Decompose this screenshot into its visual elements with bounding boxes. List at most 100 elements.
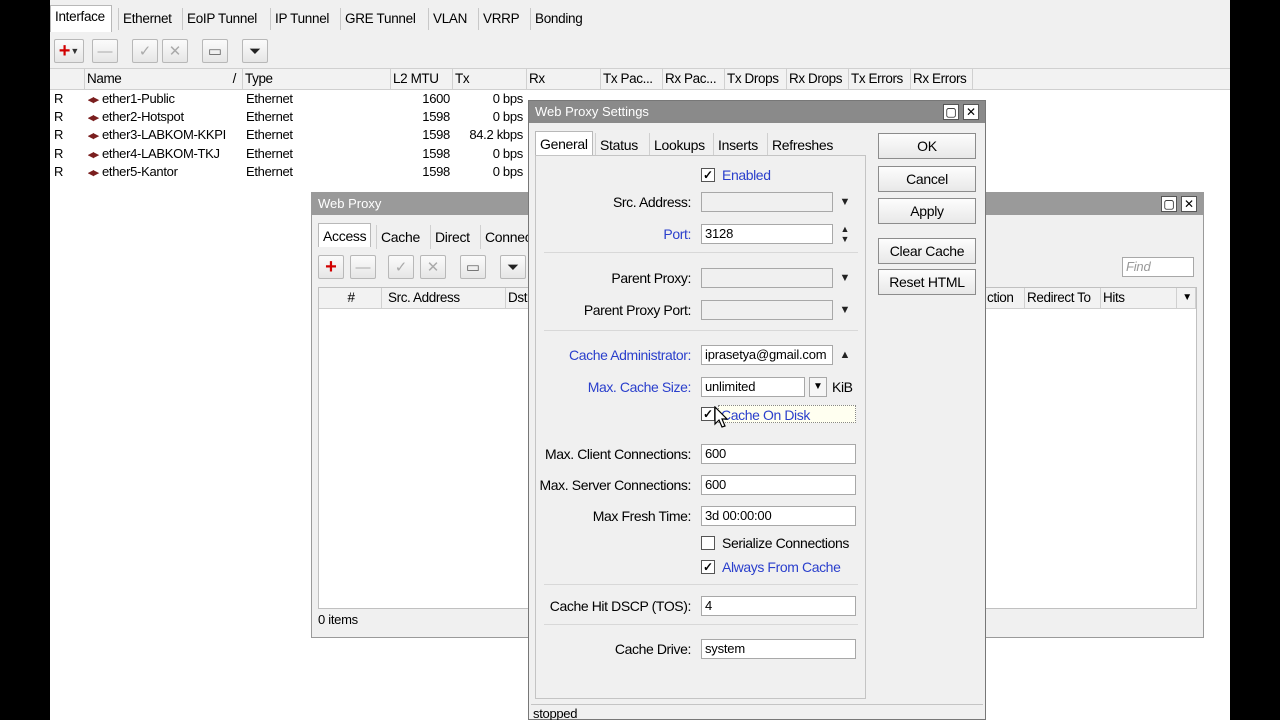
cache-drive-input[interactable]: system bbox=[701, 639, 856, 659]
column-flag[interactable] bbox=[50, 69, 85, 89]
tab-eoip-tunnel[interactable]: EoIP Tunnel bbox=[182, 8, 261, 30]
column-l2-mtu[interactable]: L2 MTU bbox=[391, 69, 453, 89]
tab-cache[interactable]: Cache bbox=[376, 225, 424, 249]
always-from-cache-checkbox[interactable]: ✓ bbox=[701, 560, 715, 574]
dropdown-arrow-icon[interactable]: ▼ bbox=[838, 268, 852, 288]
max-client-connections-input[interactable]: 600 bbox=[701, 444, 856, 464]
comment-icon: ▭ bbox=[207, 43, 223, 60]
maximize-icon[interactable]: ▢ bbox=[943, 104, 959, 120]
filter-rule-button[interactable]: ⏷ bbox=[500, 255, 526, 279]
tab-ethernet[interactable]: Ethernet bbox=[118, 8, 176, 30]
tab-status[interactable]: Status bbox=[595, 133, 642, 157]
disable-button[interactable]: ✕ bbox=[162, 39, 188, 63]
row-name-label: ether4-LABKOM-TKJ bbox=[102, 146, 220, 161]
comment-button[interactable]: ▭ bbox=[202, 39, 228, 63]
row-mtu: 1600 bbox=[422, 91, 450, 106]
row-tx: 0 bps bbox=[492, 164, 523, 179]
dropdown-arrow-icon[interactable]: ▼ bbox=[838, 300, 852, 320]
plus-icon: + bbox=[58, 40, 71, 62]
column-tx-errors[interactable]: Tx Errors bbox=[849, 69, 911, 89]
src-address-input[interactable] bbox=[701, 192, 833, 212]
column-type[interactable]: Type bbox=[243, 69, 391, 89]
tab-inserts[interactable]: Inserts bbox=[713, 133, 762, 157]
column-src-address[interactable]: Src. Address bbox=[382, 288, 506, 308]
tab-bonding[interactable]: Bonding bbox=[530, 8, 586, 30]
row-mtu: 1598 bbox=[422, 164, 450, 179]
max-server-connections-input[interactable]: 600 bbox=[701, 475, 856, 495]
max-fresh-time-input[interactable]: 3d 00:00:00 bbox=[701, 506, 856, 526]
column-tx[interactable]: Tx bbox=[453, 69, 527, 89]
row-name: ◂▸ ether1-Public bbox=[88, 90, 243, 108]
parent-proxy-port-input[interactable] bbox=[701, 300, 833, 320]
reset-html-button[interactable]: Reset HTML bbox=[878, 269, 976, 295]
column-dropdown-icon[interactable]: ▼ bbox=[1177, 288, 1196, 308]
tab-direct[interactable]: Direct bbox=[430, 225, 474, 249]
mouse-cursor-icon bbox=[714, 406, 729, 428]
max-cache-size-dropdown-icon[interactable]: ▼ bbox=[809, 377, 827, 397]
cancel-button[interactable]: Cancel bbox=[878, 166, 976, 192]
dropdown-arrow-icon[interactable]: ▼ bbox=[838, 192, 852, 212]
column-rx-drops[interactable]: Rx Drops bbox=[787, 69, 849, 89]
serialize-connections-checkbox[interactable] bbox=[701, 536, 715, 550]
column-redirect-to[interactable]: Redirect To bbox=[1025, 288, 1101, 308]
close-icon[interactable]: ✕ bbox=[1181, 196, 1197, 212]
close-icon[interactable]: ✕ bbox=[963, 104, 979, 120]
enable-rule-button[interactable]: ✓ bbox=[388, 255, 414, 279]
apply-button[interactable]: Apply bbox=[878, 198, 976, 224]
interface-toolbar: + ▼ — ✓ ✕ ▭ ⏷ bbox=[50, 36, 1230, 69]
port-stepper-icon[interactable]: ▲ ▼ bbox=[838, 224, 852, 244]
column-rx-errors[interactable]: Rx Errors bbox=[911, 69, 973, 89]
tab-access[interactable]: Access bbox=[318, 223, 372, 247]
clear-cache-button[interactable]: Clear Cache bbox=[878, 238, 976, 264]
column-tx-packets[interactable]: Tx Pac... bbox=[601, 69, 663, 89]
cache-hit-dscp-label: Cache Hit DSCP (TOS): bbox=[549, 598, 692, 614]
parent-proxy-input[interactable] bbox=[701, 268, 833, 288]
remove-button[interactable]: — bbox=[92, 39, 118, 63]
tab-interface[interactable]: Interface bbox=[50, 5, 112, 32]
column-tx-drops[interactable]: Tx Drops bbox=[725, 69, 787, 89]
column-action[interactable]: ction bbox=[985, 288, 1025, 308]
port-input[interactable]: 3128 bbox=[701, 224, 833, 244]
column-name-label: Name bbox=[87, 71, 122, 86]
chevron-up-icon[interactable]: ▲ bbox=[838, 345, 852, 365]
general-panel: ✓ Enabled Src. Address: ▼ Port: 3128 ▲ ▼ … bbox=[535, 155, 866, 699]
enable-button[interactable]: ✓ bbox=[132, 39, 158, 63]
find-input[interactable]: Find bbox=[1122, 257, 1194, 277]
column-name[interactable]: Name / bbox=[85, 69, 243, 89]
cache-administrator-input[interactable]: iprasetya@gmail.com bbox=[701, 345, 833, 365]
x-icon: ✕ bbox=[426, 259, 440, 276]
column-rx-packets[interactable]: Rx Pac... bbox=[663, 69, 725, 89]
ethernet-icon: ◂▸ bbox=[88, 112, 99, 124]
filter-button[interactable]: ⏷ bbox=[242, 39, 268, 63]
tab-vlan[interactable]: VLAN bbox=[428, 8, 471, 30]
enabled-checkbox[interactable]: ✓ bbox=[701, 168, 715, 182]
row-flag: R bbox=[54, 164, 64, 179]
winbox-main: Interface Ethernet EoIP Tunnel IP Tunnel… bbox=[50, 0, 1230, 720]
column-rx[interactable]: Rx bbox=[527, 69, 601, 89]
tab-lookups[interactable]: Lookups bbox=[649, 133, 709, 157]
ok-button[interactable]: OK bbox=[878, 133, 976, 159]
max-client-connections-label: Max. Client Connections: bbox=[544, 446, 691, 462]
comment-rule-button[interactable]: ▭ bbox=[460, 255, 486, 279]
disable-rule-button[interactable]: ✕ bbox=[420, 255, 446, 279]
row-name: ◂▸ ether4-LABKOM-TKJ bbox=[88, 145, 243, 163]
settings-title[interactable]: Web Proxy Settings bbox=[529, 101, 985, 123]
tab-ip-tunnel[interactable]: IP Tunnel bbox=[270, 8, 333, 30]
add-button[interactable]: + ▼ bbox=[54, 39, 84, 63]
cache-drive-label: Cache Drive: bbox=[614, 641, 692, 657]
cache-on-disk-checkbox[interactable]: ✓ bbox=[701, 407, 715, 421]
max-cache-size-input[interactable]: unlimited bbox=[701, 377, 805, 397]
remove-rule-button[interactable]: — bbox=[350, 255, 376, 279]
tab-refreshes[interactable]: Refreshes bbox=[767, 133, 837, 157]
add-rule-button[interactable]: + bbox=[318, 255, 344, 279]
cache-hit-dscp-input[interactable]: 4 bbox=[701, 596, 856, 616]
tab-vrrp[interactable]: VRRP bbox=[478, 8, 523, 30]
tab-gre-tunnel[interactable]: GRE Tunnel bbox=[340, 8, 420, 30]
check-icon: ✓ bbox=[138, 43, 152, 60]
maximize-icon[interactable]: ▢ bbox=[1161, 196, 1177, 212]
column-number[interactable]: # bbox=[319, 288, 382, 308]
row-type: Ethernet bbox=[246, 109, 293, 124]
tab-general[interactable]: General bbox=[535, 131, 593, 155]
cache-on-disk-label[interactable]: Cache On Disk bbox=[718, 405, 856, 423]
column-hits[interactable]: Hits bbox=[1101, 288, 1177, 308]
